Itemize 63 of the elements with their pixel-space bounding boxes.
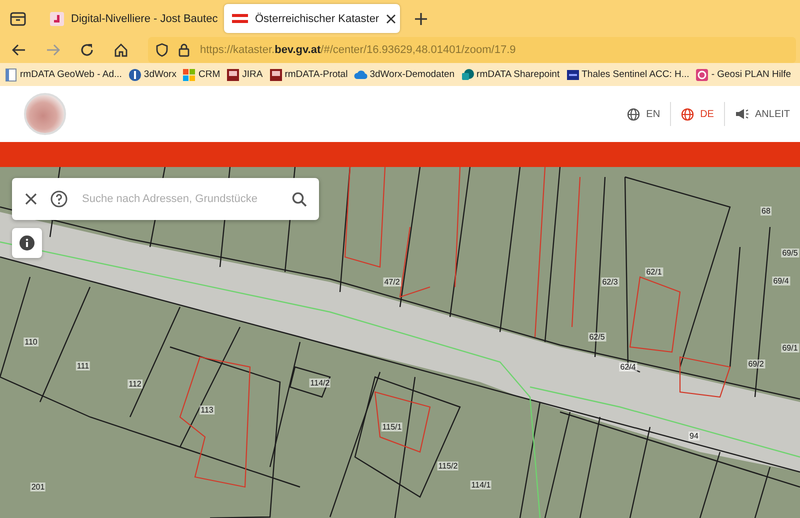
parcel-number: 114/2: [309, 378, 331, 388]
bookmark-link[interactable]: 3dWorx-Demodaten: [354, 68, 455, 82]
close-icon[interactable]: [24, 192, 38, 206]
parcel-number: 94: [688, 432, 700, 440]
search-field[interactable]: Suche nach Adressen, Grundstücke: [80, 192, 280, 206]
search-icon[interactable]: [292, 192, 307, 206]
parcel-number: 115/1: [381, 422, 403, 432]
parcel-number: 47/2: [383, 278, 401, 286]
info-icon: [19, 235, 35, 251]
parcel-number: 112: [128, 380, 142, 388]
language-button[interactable]: DE: [670, 102, 724, 126]
new-tab-icon[interactable]: [414, 12, 428, 26]
lock-icon[interactable]: [178, 43, 190, 57]
parcel-number: 62/3: [601, 278, 619, 286]
browser-tab[interactable]: Österreichischer Kataster: [224, 4, 400, 33]
parcel-number: 69/1: [781, 344, 799, 352]
parcel-number: 68: [760, 206, 772, 216]
home-icon[interactable]: [114, 43, 128, 57]
parcel-number: 69/5: [781, 248, 799, 258]
reload-icon[interactable]: [80, 43, 94, 57]
bookmark-link[interactable]: JIRA: [226, 68, 263, 82]
logo-icon[interactable]: [24, 93, 66, 135]
bookmark-favicon-icon: [226, 68, 240, 82]
parcel-number: 62/4: [619, 362, 637, 372]
bookmark-link[interactable]: CRM: [182, 68, 220, 82]
globe-icon: [681, 108, 694, 120]
language-button[interactable]: EN: [617, 102, 670, 126]
bookmark-favicon-icon: [182, 68, 196, 82]
bookmark-link[interactable]: rmDATA Sharepoint: [460, 68, 560, 82]
parcel-number: 115/2: [437, 462, 459, 470]
help-icon[interactable]: [50, 190, 68, 208]
bookmark-link[interactable]: Thales Sentinel ACC: H...: [566, 68, 690, 82]
flag-icon: [232, 12, 248, 24]
tab-list-icon[interactable]: [10, 12, 26, 26]
bookmark-link[interactable]: - Geosi PLAN Hilfe: [695, 68, 792, 82]
bookmark-link[interactable]: 3dWorx: [128, 68, 176, 82]
bookmark-favicon-icon: [695, 68, 710, 82]
close-icon[interactable]: [386, 14, 396, 24]
bookmark-favicon-icon: [460, 68, 475, 82]
address-bar[interactable]: https://kataster.bev.gv.at/#/center/16.93629,48.01401/zoom/17.9: [148, 37, 796, 63]
guide-button[interactable]: ANLEIT: [724, 102, 800, 126]
bookmark-link[interactable]: rmDATA GeoWeb - Ad...: [4, 68, 122, 82]
bookmark-link[interactable]: rmDATA-Protal: [268, 68, 348, 82]
parcel-number: 113: [200, 406, 214, 414]
parcel-number: 110: [24, 338, 38, 346]
bookmark-favicon-icon: [354, 68, 368, 82]
globe-icon: [627, 108, 640, 120]
shield-icon[interactable]: [156, 43, 168, 57]
megaphone-icon: [734, 108, 749, 120]
parcel-number: 69/2: [747, 360, 765, 368]
parcel-number: 62/1: [645, 268, 663, 276]
bookmark-favicon-icon: [128, 68, 142, 82]
info-button[interactable]: [12, 228, 42, 258]
bookmark-favicon-icon: [268, 68, 283, 82]
bookmark-favicon-icon: [566, 68, 580, 82]
bookmark-favicon-icon: [4, 68, 18, 82]
favicon-icon: [50, 12, 64, 26]
parcel-number: 111: [76, 362, 90, 370]
parcel-number: 114/1: [470, 480, 492, 490]
back-icon[interactable]: [12, 44, 26, 56]
parcel-number: 69/4: [772, 276, 790, 286]
parcel-number: 201: [30, 482, 46, 492]
parcel-number: 62/5: [588, 332, 606, 342]
